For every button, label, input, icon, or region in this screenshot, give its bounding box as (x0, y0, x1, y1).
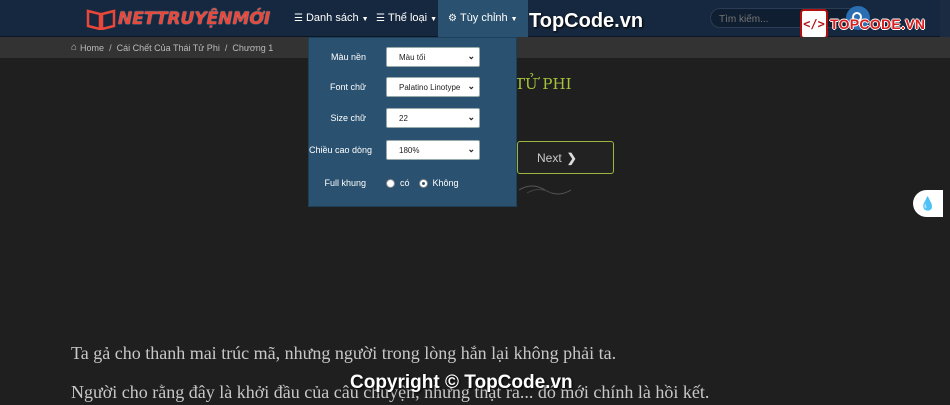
setting-row-background: Màu nền Màu tối ⌄ (309, 47, 518, 67)
nav-tuy-chinh[interactable]: ⚙ Tùy chỉnh ▼ (438, 0, 528, 37)
list-icon: ☰ (376, 13, 385, 24)
line-height-select[interactable]: 180% ⌄ (386, 140, 480, 160)
setting-label: Full khung (324, 178, 366, 188)
background-select[interactable]: Màu tối ⌄ (386, 47, 480, 67)
full-frame-radio-group: có Không (386, 178, 468, 188)
chevron-down-icon: ⌄ (467, 81, 475, 91)
story-title: TỬ PHI (515, 75, 572, 93)
drop-icon: 💧 (919, 195, 937, 211)
gear-icon: ⚙ (448, 13, 457, 24)
caret-down-icon: ▼ (361, 16, 369, 23)
chevron-right-icon: ❯ (566, 150, 577, 165)
watermark-text: TopCode.vn (529, 10, 644, 32)
breadcrumb-separator: / (224, 42, 228, 53)
radio-label: có (400, 178, 410, 188)
nav-danh-sach[interactable]: ☰ Danh sách ▼ (294, 0, 369, 37)
list-icon: ☰ (294, 13, 303, 24)
font-select[interactable]: Palatino Linotype ⌄ (386, 77, 480, 97)
breadcrumb-home[interactable]: Home (80, 43, 104, 53)
caret-down-icon: ▼ (510, 16, 518, 23)
code-shield-icon: </> (800, 9, 828, 39)
site-logo[interactable]: NETTRUYỆNMỚI (86, 6, 270, 32)
settings-dropdown-panel: Màu nền Màu tối ⌄ Font chữ Palatino Lino… (308, 37, 517, 207)
breadcrumb-story[interactable]: Cái Chết Của Thái Tử Phi (117, 43, 220, 53)
top-navbar: NETTRUYỆNMỚI ☰ Danh sách ▼ ☰ Thể loại ▼ ⚙ Tùy… (0, 0, 950, 39)
setting-label: Màu nền (330, 52, 366, 62)
chevron-down-icon: ⌄ (467, 51, 475, 61)
search-input[interactable] (711, 11, 811, 28)
select-value: Palatino Linotype (399, 82, 461, 92)
setting-label: Size chữ (330, 113, 366, 123)
breadcrumb-chapter[interactable]: Chương 1 (232, 43, 273, 53)
setting-row-full-frame: Full khung có Không (309, 173, 518, 193)
select-value: 180% (399, 145, 420, 155)
setting-row-line-height: Chiều cao dòng 180% ⌄ (309, 140, 518, 160)
next-chapter-button[interactable]: Next ❯ (517, 141, 614, 174)
floating-widget-button[interactable]: 💧 (913, 190, 943, 217)
home-icon: ⌂ (71, 42, 78, 53)
chevron-down-icon: ⌄ (467, 144, 475, 154)
select-value: 22 (399, 113, 408, 123)
chevron-down-icon: ⌄ (467, 112, 475, 122)
divider-ornament-icon (518, 185, 572, 195)
radio-label: Không (432, 178, 459, 188)
nav-label: Danh sách (305, 12, 359, 24)
topcode-brand-badge: </> TOPCODE.VN (800, 9, 925, 39)
copyright-watermark: Copyright © TopCode.vn (350, 372, 573, 393)
radio-khong[interactable] (418, 178, 428, 188)
setting-row-size: Size chữ 22 ⌄ (309, 108, 518, 128)
font-size-select[interactable]: 22 ⌄ (386, 108, 480, 128)
story-paragraph: Ta gả cho thanh mai trúc mã, nhưng người… (71, 343, 617, 363)
nav-label: Thể loại (387, 12, 428, 24)
setting-row-font: Font chữ Palatino Linotype ⌄ (309, 77, 518, 97)
select-value: Màu tối (399, 52, 426, 62)
book-logo-icon (86, 9, 116, 30)
breadcrumb-separator: / (109, 42, 112, 53)
radio-co[interactable] (386, 178, 395, 188)
next-label: Next (537, 150, 562, 165)
setting-label: Font chữ (329, 82, 366, 92)
caret-down-icon: ▼ (430, 16, 438, 23)
nav-label: Tùy chỉnh (459, 12, 508, 24)
setting-label: Chiều cao dòng (309, 145, 373, 155)
nav-the-loai[interactable]: ☰ Thể loại ▼ (376, 0, 437, 37)
logo-text: NETTRUYỆNMỚI (118, 9, 271, 29)
brand-text: TOPCODE.VN (830, 16, 926, 32)
